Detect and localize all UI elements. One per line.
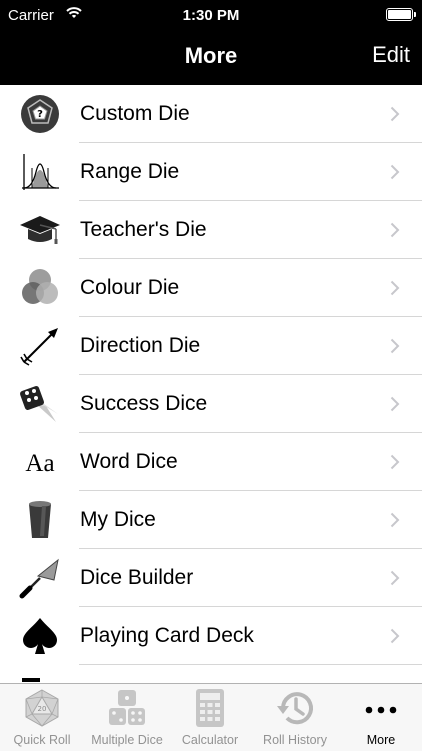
bars-icon	[18, 672, 62, 683]
trowel-icon	[18, 556, 62, 600]
dice-cup-icon	[18, 498, 62, 542]
flying-die-icon	[18, 382, 62, 426]
list-item-direction-die[interactable]: Direction Die	[0, 317, 422, 375]
edit-button[interactable]: Edit	[372, 42, 410, 68]
clock: 1:30 PM	[182, 7, 240, 24]
chevron-right-icon	[390, 106, 400, 127]
tab-label: Multiple Dice	[91, 733, 163, 747]
list-item-label: Word Dice	[80, 450, 178, 473]
list-item-custom-die[interactable]: ? Custom Die	[0, 85, 422, 143]
arrow-icon	[18, 324, 62, 368]
range-die-icon	[18, 150, 62, 194]
tab-calculator[interactable]: Calculator	[170, 684, 250, 751]
chevron-right-icon	[390, 280, 400, 301]
chevron-right-icon	[390, 396, 400, 417]
list-item-label: Playing Card Deck	[80, 624, 254, 647]
custom-die-glyph: ?	[37, 109, 43, 120]
list-item-playing-card-deck[interactable]: Playing Card Deck	[0, 607, 422, 665]
d20-icon: 20	[22, 688, 62, 733]
letters-icon: Aa	[18, 440, 62, 484]
list-item-success-dice[interactable]: Success Dice	[0, 375, 422, 433]
list-item-label: Dice Builder	[80, 566, 194, 589]
list-item-label: Direction Die	[80, 334, 201, 357]
list-item-partial[interactable]	[0, 665, 422, 683]
list-item-label: My Dice	[80, 508, 156, 531]
colour-circles-icon	[18, 266, 62, 310]
more-dots-icon	[361, 688, 401, 733]
tab-multiple-dice[interactable]: Multiple Dice	[84, 684, 170, 751]
list-item-dice-builder[interactable]: Dice Builder	[0, 549, 422, 607]
chevron-right-icon	[390, 512, 400, 533]
chevron-right-icon	[390, 628, 400, 649]
list-item-colour-die[interactable]: Colour Die	[0, 259, 422, 317]
tab-label: Roll History	[263, 733, 327, 747]
history-icon	[275, 688, 315, 733]
spade-icon	[18, 614, 62, 658]
status-bar: Carrier 1:30 PM	[0, 0, 422, 30]
tab-label: Quick Roll	[13, 733, 71, 747]
more-list: ? Custom Die Range Die Teacher's Die Col…	[0, 85, 422, 683]
dice-icon	[105, 688, 149, 733]
list-item-label: Custom Die	[80, 102, 190, 125]
tab-label: Calculator	[181, 733, 239, 747]
tab-quick-roll[interactable]: 20 Quick Roll	[0, 684, 84, 751]
graduation-cap-icon	[18, 208, 62, 252]
top-bar: Carrier 1:30 PM More Edit	[0, 0, 422, 85]
chevron-right-icon	[390, 454, 400, 475]
list-item-label: Range Die	[80, 160, 180, 183]
chevron-right-icon	[390, 164, 400, 185]
list-item-range-die[interactable]: Range Die	[0, 143, 422, 201]
list-item-label: Success Dice	[80, 392, 208, 415]
list-item-word-dice[interactable]: Aa Word Dice	[0, 433, 422, 491]
list-item-label: Colour Die	[80, 276, 180, 299]
chevron-right-icon	[390, 570, 400, 591]
tab-bar: 20 Quick Roll Multiple Dice Calculator R…	[0, 683, 422, 751]
list-item-my-dice[interactable]: My Dice	[0, 491, 422, 549]
tab-more[interactable]: More	[340, 684, 422, 751]
tab-roll-history[interactable]: Roll History	[250, 684, 340, 751]
chevron-right-icon	[390, 338, 400, 359]
list-item-teachers-die[interactable]: Teacher's Die	[0, 201, 422, 259]
word-dice-glyph: Aa	[25, 450, 54, 477]
tab-label: More	[366, 733, 396, 747]
custom-die-icon: ?	[18, 92, 62, 136]
chevron-right-icon	[390, 222, 400, 243]
battery-icon	[386, 8, 416, 21]
list-item-label: Teacher's Die	[80, 218, 207, 241]
calculator-icon	[195, 688, 225, 733]
page-title: More	[184, 43, 238, 68]
quick-roll-glyph: 20	[38, 705, 47, 713]
